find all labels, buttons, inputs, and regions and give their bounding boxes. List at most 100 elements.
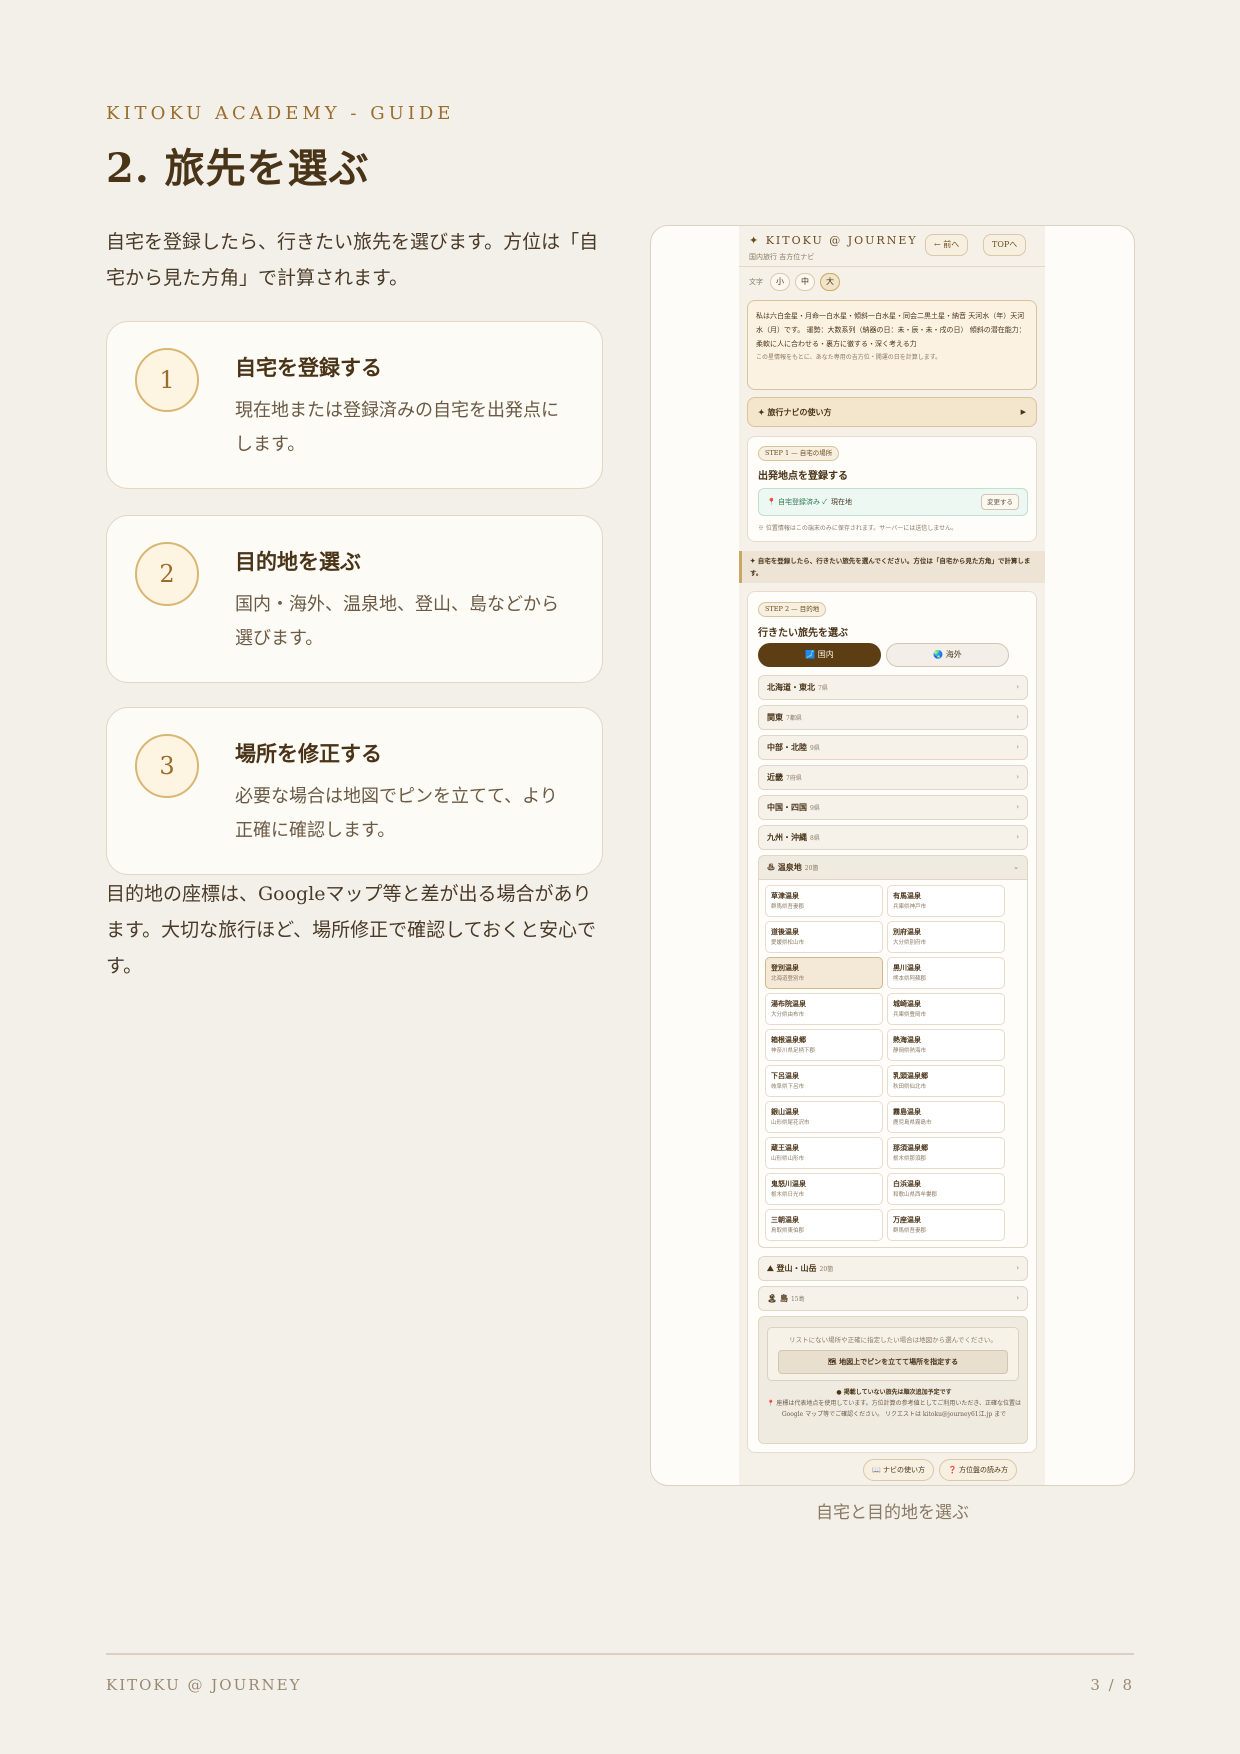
step-title: 自宅を登録する <box>235 355 382 380</box>
region-kyushu-okinawa[interactable]: 九州・沖縄 8県 › <box>758 825 1028 850</box>
onsen-item[interactable]: 熱海温泉 静岡県熱海市 <box>887 1029 1005 1061</box>
onsen-item[interactable]: 箱根温泉郷神奈川県足柄下郡 <box>765 1029 883 1061</box>
region-kinki[interactable]: 近畿 7府県 › <box>758 765 1028 790</box>
category-name: ♨ 温泉地 <box>767 862 802 872</box>
chevron-down-icon: ⌄ <box>1013 863 1019 871</box>
onsen-name: 有馬温泉 <box>893 891 921 900</box>
onsen-item[interactable]: 鬼怒川温泉栃木県日光市 <box>765 1173 883 1205</box>
onsen-item[interactable]: 城崎温泉 兵庫県豊岡市 <box>887 993 1005 1025</box>
chevron-right-icon: › <box>1016 803 1019 811</box>
category-count: 20箇 <box>819 1266 834 1273</box>
chevron-right-icon: › <box>1016 833 1019 841</box>
category-mountain[interactable]: ⛰ 登山・山岳 20箇 › <box>758 1256 1028 1281</box>
tab-domestic[interactable]: 🗾 国内 <box>758 643 881 667</box>
star-info-card: 私は六白金星・月命一白水星・傾斜一白水星・同会二黒土星・納音 天河水（年）天河水… <box>747 300 1037 390</box>
footnotes: ● 掲載していない旅先は順次追加予定です 📍 座標は代表地点を使用しています。方位… <box>767 1387 1021 1420</box>
app-brand: ✦ KITOKU @ JOURNEY <box>749 234 918 247</box>
footer-divider <box>106 1653 1134 1655</box>
back-button[interactable]: ← 前へ <box>925 234 969 256</box>
onsen-name: 那須温泉郷 <box>893 1143 928 1152</box>
map-hint: リストにない場所や正確に指定したい場合は地図から選んでください。 <box>789 1336 997 1344</box>
onsen-item[interactable]: 草津温泉群馬県吾妻郡 <box>765 885 883 917</box>
region-hokkaido-tohoku[interactable]: 北海道・東北 7県 › <box>758 675 1028 700</box>
nav-howto-button[interactable]: 📖 ナビの使い方 <box>863 1459 934 1481</box>
onsen-item[interactable]: 湯布院温泉 大分県由布市 <box>765 993 883 1025</box>
onsen-list: 草津温泉 群馬県吾妻郡 有馬温泉 兵庫県神戸市 道後温泉 愛媛県松山市 別府温泉 大分県… <box>758 880 1028 1248</box>
font-size-small[interactable]: 小 <box>770 273 790 291</box>
home-status: 📍 自宅登録済み ✓ 現在地 変更する <box>758 488 1028 516</box>
onsen-item[interactable]: 黒川温泉 熊本県阿蘇郡 <box>887 957 1005 989</box>
chevron-right-icon: › <box>1016 1264 1019 1272</box>
onsen-name: 乳頭温泉郷 <box>893 1071 928 1080</box>
onsen-item[interactable]: 三朝温泉 鳥取県東伯郡 <box>765 1209 883 1241</box>
onsen-item[interactable]: 銀山温泉 山形県尾花沢市 <box>765 1101 883 1133</box>
change-home-button[interactable]: 変更する <box>981 494 1019 510</box>
onsen-item[interactable]: 万座温泉 群馬県吾妻郡 <box>887 1209 1005 1241</box>
compass-reading-button[interactable]: ❓ 方位盤の読み方 <box>939 1459 1017 1481</box>
region-count: 7県 <box>818 685 828 692</box>
onsen-item-selected[interactable]: 登別温泉 北海道登別市 <box>765 957 883 989</box>
footnote-coordinates: 📍 座標は代表地点を使用しています。方位計算の参考値としてご利用いただき、正確な… <box>767 1400 1021 1418</box>
category-onsen[interactable]: ♨ 温泉地 20箇 ⌄ <box>758 855 1028 880</box>
onsen-name: 霧島温泉 <box>893 1107 921 1116</box>
region-chugoku-shikoku[interactable]: 中国・四国 9県 › <box>758 795 1028 820</box>
onsen-item[interactable]: 那須温泉郷 栃木県那須郡 <box>887 1137 1005 1169</box>
region-chubu-hokuriku[interactable]: 中部・北陸 9県 › <box>758 735 1028 760</box>
onsen-place: 鹿児島県霧島市 <box>893 1120 932 1126</box>
onsen-place: 鳥取県東伯郡 <box>771 1228 805 1234</box>
accuracy-note: 目的地の座標は、Googleマップ等と差が出る場合があります。大切な旅行ほど、場… <box>106 883 597 977</box>
app-screenshot: ✦ KITOKU @ JOURNEY 国内旅行 吉方位ナビ ← 前へ TOPへ … <box>650 225 1135 1486</box>
onsen-item[interactable]: 霧島温泉鹿児島県霧島市 <box>887 1101 1005 1133</box>
onsen-name: 白浜温泉 <box>893 1179 921 1188</box>
screenshot-caption: 自宅と目的地を選ぶ <box>816 1503 969 1523</box>
category-name: ⛰ 登山・山岳 <box>767 1263 817 1273</box>
onsen-name: 蔵王温泉 <box>771 1143 799 1152</box>
region-name: 北海道・東北 <box>767 682 815 692</box>
region-count: 7都県 <box>786 715 802 722</box>
region-kanto[interactable]: 関東 7都県 › <box>758 705 1028 730</box>
onsen-name: 草津温泉 <box>771 891 799 900</box>
onsen-name: 別府温泉 <box>893 927 921 936</box>
howto-accordion[interactable]: ✦ 旅行ナビの使い方 ▶ <box>747 397 1037 427</box>
onsen-item[interactable]: 道後温泉 愛媛県松山市 <box>765 921 883 953</box>
step2-card: STEP 2 — 目的地 行きたい旅先を選ぶ 🗾 国内 🌏 海外 北海道・東北 7… <box>747 591 1037 1453</box>
category-count: 20箇 <box>804 865 819 872</box>
onsen-item[interactable]: 下呂温泉 岐阜県下呂市 <box>765 1065 883 1097</box>
onsen-name: 鬼怒川温泉 <box>771 1179 806 1188</box>
step-title: 目的地を選ぶ <box>235 549 361 574</box>
step-description: 国内・海外、温泉地、登山、島などから選びます。 <box>235 594 559 649</box>
onsen-place: 兵庫県神戸市 <box>893 904 927 910</box>
onsen-place: 大分県由布市 <box>771 1012 805 1018</box>
onsen-place: 秋田県仙北市 <box>893 1084 927 1090</box>
home-location: 現在地 <box>830 498 852 506</box>
onsen-name: 熱海温泉 <box>893 1035 921 1044</box>
top-button[interactable]: TOPへ <box>983 234 1027 256</box>
onsen-item[interactable]: 蔵王温泉山形県山形市 <box>765 1137 883 1169</box>
footer-brand: KITOKU @ JOURNEY <box>106 1676 302 1694</box>
app-subtitle: 国内旅行 吉方位ナビ <box>749 253 815 261</box>
onsen-place: 神奈川県足柄下郡 <box>771 1048 816 1054</box>
onsen-place: 栃木県日光市 <box>771 1192 805 1198</box>
guide-eyebrow: KITOKU ACADEMY - GUIDE <box>106 103 455 124</box>
region-name: 中部・北陸 <box>767 742 807 752</box>
category-count: 15島 <box>790 1296 805 1303</box>
onsen-name: 道後温泉 <box>771 927 799 936</box>
map-pick-box: リストにない場所や正確に指定したい場合は地図から選んでください。 🗺 地図上でピン… <box>767 1327 1019 1381</box>
region-count: 8県 <box>810 835 820 842</box>
onsen-item[interactable]: 有馬温泉兵庫県神戸市 <box>887 885 1005 917</box>
font-size-large[interactable]: 大 <box>820 273 840 291</box>
onsen-item[interactable]: 白浜温泉 和歌山県西牟婁郡 <box>887 1173 1005 1205</box>
header-divider <box>739 266 1045 267</box>
onsen-item[interactable]: 別府温泉 大分県別府市 <box>887 921 1005 953</box>
onsen-item[interactable]: 乳頭温泉郷秋田県仙北市 <box>887 1065 1005 1097</box>
onsen-name: 登別温泉 <box>771 963 799 972</box>
onsen-place: 群馬県吾妻郡 <box>771 904 805 910</box>
onsen-name: 下呂温泉 <box>771 1071 799 1080</box>
category-island[interactable]: 🏝 島 15島 › <box>758 1286 1028 1311</box>
font-size-medium[interactable]: 中 <box>795 273 815 291</box>
onsen-place: 山形県山形市 <box>771 1156 805 1162</box>
map-pin-button[interactable]: 🗺 地図上でピンを立てて場所を指定する <box>778 1350 1008 1374</box>
chevron-right-icon: › <box>1016 1294 1019 1302</box>
onsen-name: 箱根温泉郷 <box>771 1035 806 1044</box>
tab-overseas[interactable]: 🌏 海外 <box>886 643 1009 667</box>
